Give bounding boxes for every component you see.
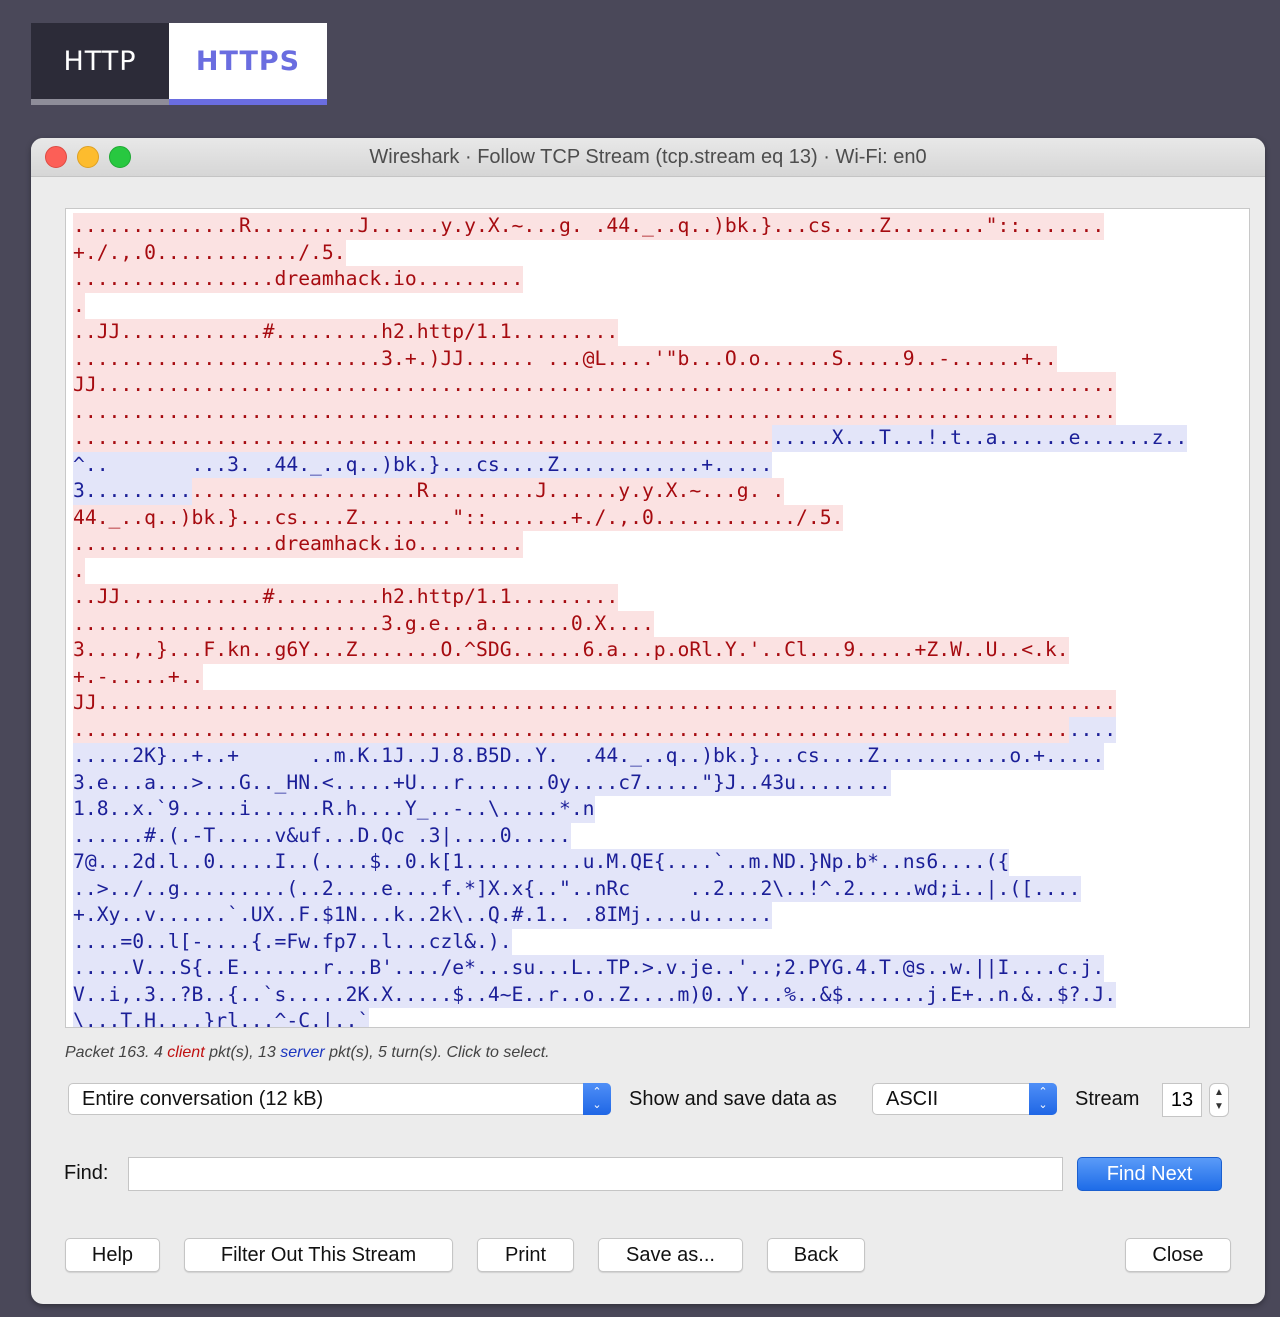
status-middle: pkt(s), 13 bbox=[204, 1044, 281, 1061]
stream-line: . bbox=[73, 557, 1249, 584]
client-segment: ........................................… bbox=[73, 425, 773, 452]
server-segment: \...T.H....}rl...^-C.|..` bbox=[73, 1008, 370, 1027]
server-segment: ..>../..g.........(..2....e....f.*]X.x{.… bbox=[73, 875, 1081, 902]
client-segment: . bbox=[73, 292, 85, 319]
stream-line: ..........................3.+.)JJ...... … bbox=[73, 345, 1249, 372]
protocol-tabs: HTTP HTTPS bbox=[31, 23, 327, 105]
client-segment: ........................................… bbox=[73, 716, 1069, 743]
stream-line: 44._..q..)bk.}...cs....Z........"::.....… bbox=[73, 504, 1249, 531]
help-button[interactable]: Help bbox=[65, 1238, 160, 1272]
client-segment: JJ......................................… bbox=[73, 690, 1117, 717]
client-segment: ........................................… bbox=[73, 398, 1117, 425]
conversation-select-value: Entire conversation (12 kB) bbox=[82, 1088, 324, 1110]
up-down-chevron-icon: ⌃ ⌄ bbox=[583, 1083, 611, 1115]
stream-line: +.-.....+.. bbox=[73, 663, 1249, 690]
window-title: Wireshark · Follow TCP Stream (tcp.strea… bbox=[369, 146, 927, 168]
stream-line: ..............R.........J......y.y.X.~..… bbox=[73, 213, 1249, 240]
server-segment: ^.. ...3. .44._..q..)bk.}...cs....Z.....… bbox=[73, 451, 773, 478]
packet-status-text[interactable]: Packet 163. 4 client pkt(s), 13 server p… bbox=[65, 1044, 550, 1062]
print-button[interactable]: Print bbox=[477, 1238, 574, 1272]
stream-line: +./.,.0............/.5. bbox=[73, 239, 1249, 266]
status-prefix: Packet 163. 4 bbox=[65, 1044, 168, 1061]
stream-line: JJ......................................… bbox=[73, 372, 1249, 399]
show-save-label: Show and save data as bbox=[629, 1088, 837, 1110]
client-segment: JJ......................................… bbox=[73, 372, 1117, 399]
server-segment: .....2K}..+..+ ..m.K.1J..J.8.B5D..Y. .44… bbox=[73, 743, 1105, 770]
stream-line: ..>../..g.........(..2....e....f.*]X.x{.… bbox=[73, 875, 1249, 902]
stream-line: . bbox=[73, 292, 1249, 319]
client-segment: 3....,.}...F.kn..g6Y...Z.......O.^SDG...… bbox=[73, 637, 1069, 664]
client-segment: ...................R.........J......y.y.… bbox=[191, 478, 785, 505]
client-segment: . bbox=[73, 557, 85, 584]
client-segment: +.-.....+.. bbox=[73, 663, 204, 690]
server-segment: ......#.(.-T.....v&uf...D.Qc .3|....0...… bbox=[73, 822, 571, 849]
stream-line: JJ......................................… bbox=[73, 690, 1249, 717]
stream-line: 1.8..x.`9.....i......R.h....Y_..-..\....… bbox=[73, 796, 1249, 823]
server-segment: ....=0..l[-....{.=Fw.fp7..l...czl&.). bbox=[73, 928, 512, 955]
stream-line: ........................................… bbox=[73, 425, 1249, 452]
stream-line: ........................................… bbox=[73, 398, 1249, 425]
stream-line: ........................................… bbox=[73, 716, 1249, 743]
server-segment: 7@...2d.l..0.....I..(....$..0.k[1.......… bbox=[73, 849, 1010, 876]
client-segment: ..JJ............#.........h2.http/1.1...… bbox=[73, 319, 619, 346]
client-segment: ..........................3.g.e...a.....… bbox=[73, 610, 654, 637]
tab-http[interactable]: HTTP bbox=[31, 23, 169, 105]
stream-line: ..JJ............#.........h2.http/1.1...… bbox=[73, 319, 1249, 346]
stream-stepper-icon[interactable]: ▲ ▼ bbox=[1209, 1083, 1229, 1117]
client-segment: 44._..q..)bk.}...cs....Z........"::.....… bbox=[73, 504, 844, 531]
stream-line: ..JJ............#.........h2.http/1.1...… bbox=[73, 584, 1249, 611]
server-segment: 1.8..x.`9.....i......R.h....Y_..-..\....… bbox=[73, 796, 595, 823]
server-segment: +.Xy..v......`.UX..F.$1N...k..2k\..Q.#.1… bbox=[73, 902, 773, 929]
stream-line: ..........................3.g.e...a.....… bbox=[73, 610, 1249, 637]
save-as-button[interactable]: Save as... bbox=[598, 1238, 743, 1272]
format-select-value: ASCII bbox=[886, 1088, 939, 1110]
stream-line: .................dreamhack.io......... bbox=[73, 531, 1249, 558]
stream-line: 7@...2d.l..0.....I..(....$..0.k[1.......… bbox=[73, 849, 1249, 876]
find-next-button[interactable]: Find Next bbox=[1077, 1157, 1222, 1191]
stream-number-field[interactable]: 13 bbox=[1162, 1083, 1202, 1117]
client-segment: .................dreamhack.io......... bbox=[73, 266, 524, 293]
close-button[interactable]: Close bbox=[1125, 1238, 1231, 1272]
stream-line: ......#.(.-T.....v&uf...D.Qc .3|....0...… bbox=[73, 822, 1249, 849]
stream-line: 3............................R.........J… bbox=[73, 478, 1249, 505]
stream-line: V..i,.3..?B..{..`s.....2K.X.....$..4~E..… bbox=[73, 981, 1249, 1008]
server-segment: .... bbox=[1068, 716, 1117, 743]
format-select[interactable]: ASCII ⌃ ⌄ bbox=[872, 1083, 1057, 1115]
stream-line: 3.e...a...>...G.._HN.<.....+U...r.......… bbox=[73, 769, 1249, 796]
filter-out-stream-button[interactable]: Filter Out This Stream bbox=[184, 1238, 453, 1272]
back-button[interactable]: Back bbox=[767, 1238, 865, 1272]
stream-line: \...T.H....}rl...^-C.|..` bbox=[73, 1008, 1249, 1027]
server-segment: 3......... bbox=[73, 478, 192, 505]
status-client-word: client bbox=[167, 1044, 205, 1061]
server-segment: V..i,.3..?B..{..`s.....2K.X.....$..4~E..… bbox=[73, 981, 1117, 1008]
stream-line: .....V...S{..E.......r...B'..../e*...su.… bbox=[73, 955, 1249, 982]
stream-line: .....2K}..+..+ ..m.K.1J..J.8.B5D..Y. .44… bbox=[73, 743, 1249, 770]
follow-tcp-stream-window: Wireshark · Follow TCP Stream (tcp.strea… bbox=[31, 138, 1265, 1304]
tab-https[interactable]: HTTPS bbox=[169, 23, 327, 105]
client-segment: ..JJ............#.........h2.http/1.1...… bbox=[73, 584, 619, 611]
client-segment: .................dreamhack.io......... bbox=[73, 531, 524, 558]
conversation-select[interactable]: Entire conversation (12 kB) ⌃ ⌄ bbox=[68, 1083, 611, 1115]
stream-lines: ..............R.........J......y.y.X.~..… bbox=[66, 209, 1249, 1027]
find-input[interactable] bbox=[128, 1157, 1063, 1191]
server-segment: .....V...S{..E.......r...B'..../e*...su.… bbox=[73, 955, 1105, 982]
server-segment: .....X...T...!.t..a......e......z.. bbox=[772, 425, 1188, 452]
stream-line: ^.. ...3. .44._..q..)bk.}...cs....Z.....… bbox=[73, 451, 1249, 478]
client-segment: ..........................3.+.)JJ...... … bbox=[73, 345, 1057, 372]
stream-line: 3....,.}...F.kn..g6Y...Z.......O.^SDG...… bbox=[73, 637, 1249, 664]
title-bar: Wireshark · Follow TCP Stream (tcp.strea… bbox=[31, 138, 1265, 177]
server-segment: 3.e...a...>...G.._HN.<.....+U...r.......… bbox=[73, 769, 891, 796]
up-down-chevron-icon: ⌃ ⌄ bbox=[1029, 1083, 1057, 1115]
status-suffix: pkt(s), 5 turn(s). Click to select. bbox=[324, 1044, 550, 1061]
stream-content-pane[interactable]: ..............R.........J......y.y.X.~..… bbox=[65, 208, 1250, 1028]
status-server-word: server bbox=[280, 1044, 325, 1061]
stream-line: .................dreamhack.io......... bbox=[73, 266, 1249, 293]
client-segment: +./.,.0............/.5. bbox=[73, 239, 346, 266]
stream-label: Stream bbox=[1075, 1088, 1140, 1110]
find-label: Find: bbox=[64, 1162, 109, 1184]
stream-line: +.Xy..v......`.UX..F.$1N...k..2k\..Q.#.1… bbox=[73, 902, 1249, 929]
stream-line: ....=0..l[-....{.=Fw.fp7..l...czl&.). bbox=[73, 928, 1249, 955]
client-segment: ..............R.........J......y.y.X.~..… bbox=[73, 213, 1105, 240]
